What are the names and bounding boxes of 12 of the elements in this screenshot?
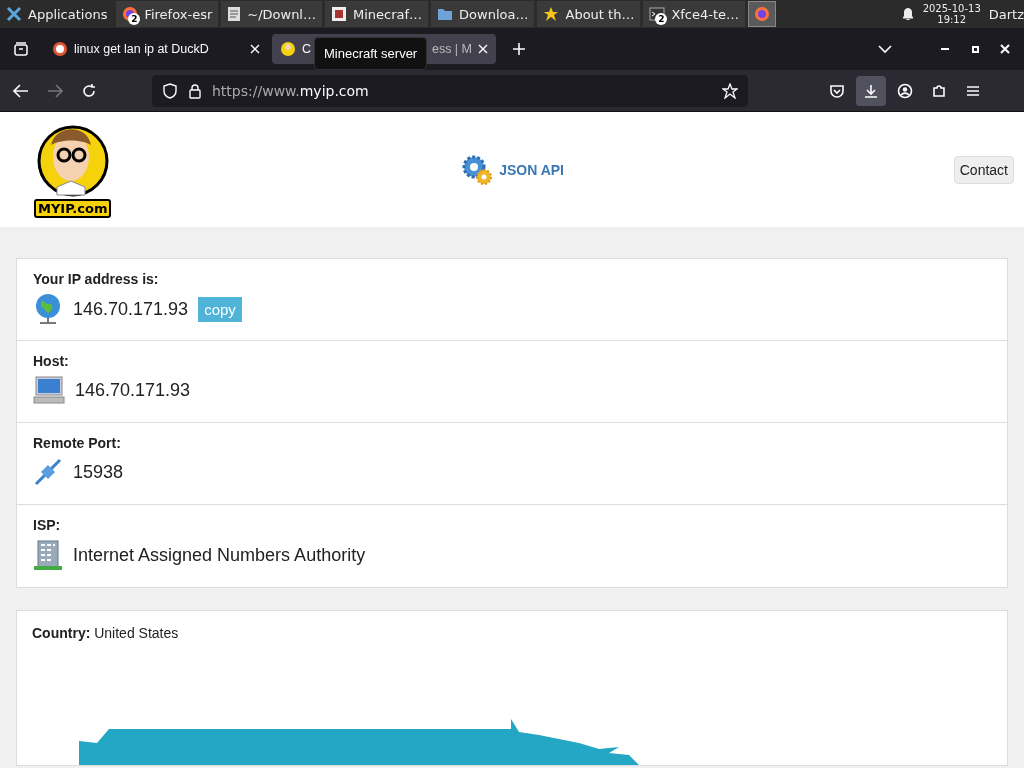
count-badge: 2 <box>655 13 668 25</box>
field-value: 146.70.171.93 <box>73 298 189 320</box>
field-label: Remote Port: <box>33 435 122 451</box>
field-value: 15938 <box>73 461 124 483</box>
field-label: ISP: <box>33 517 62 533</box>
field-value: Internet Assigned Numbers Authority <box>73 544 366 566</box>
count-badge: 2 <box>128 13 141 25</box>
field-label: Your IP address is: <box>33 271 160 287</box>
country-text: Country: United States <box>32 625 179 641</box>
field-value: 146.70.171.93 <box>75 379 191 401</box>
field-label: Host: <box>33 353 70 369</box>
tooltip: Minecraft server <box>314 37 428 70</box>
